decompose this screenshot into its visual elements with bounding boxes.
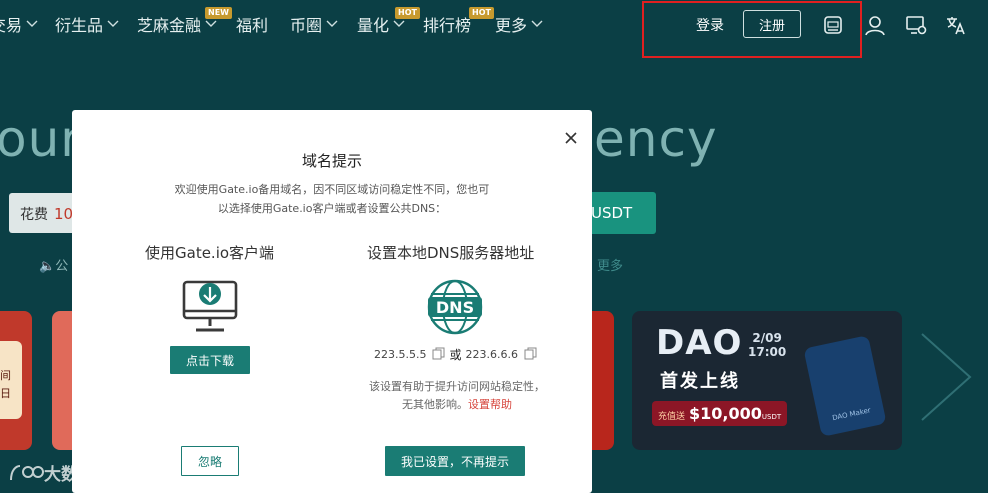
nav-item-ranking[interactable]: 排行榜 HOT — [423, 7, 494, 36]
dns-note-line: 无其他影响。 — [402, 398, 468, 411]
nav-item-label: 排行榜 — [423, 16, 472, 35]
nav-item-label: 福利 — [236, 16, 269, 35]
dns-primary-address: 223.5.5.5 — [374, 348, 427, 361]
dao-date-text: 2/09 — [752, 331, 782, 345]
hero-headline-right: ency — [594, 110, 718, 168]
usdt-label: USDT — [591, 204, 633, 222]
promo-card-line: 日 — [0, 387, 11, 400]
chevron-down-icon — [107, 20, 119, 28]
nav-item-crypto-circle[interactable]: 币圈 — [290, 12, 338, 36]
chevron-down-icon — [326, 20, 338, 28]
monitor-download-icon — [182, 280, 238, 338]
app-download-icon[interactable] — [822, 14, 844, 36]
modal-description-line: 欢迎使用Gate.io备用域名，因不同区域访问稳定性不同，您也可 — [174, 183, 490, 196]
modal-title: 域名提示 — [301, 152, 362, 170]
promo-banner-festive[interactable] — [592, 311, 614, 450]
ignore-button[interactable]: 忽略 — [181, 446, 239, 476]
or-text: 或 — [449, 348, 462, 362]
copy-icon[interactable] — [524, 347, 537, 363]
login-link[interactable]: 登录 — [696, 15, 724, 35]
user-icon[interactable] — [864, 14, 886, 36]
dns-note: 该设置有助于提升访问网站稳定性， 无其他影响。设置帮助 — [342, 378, 572, 414]
modal-description: 欢迎使用Gate.io备用域名，因不同区域访问稳定性不同，您也可 以选择使用Ga… — [157, 180, 507, 218]
close-icon[interactable] — [564, 130, 578, 144]
register-button[interactable]: 注册 — [743, 10, 801, 38]
more-announcements-link[interactable]: 更多 — [597, 255, 623, 274]
promo-banner-red[interactable]: 间 日 — [0, 311, 32, 450]
dao-banner-date: 2/09 17:00 — [748, 331, 786, 359]
nav-item-trade[interactable]: 交易 — [0, 12, 38, 36]
copy-icon[interactable] — [432, 347, 445, 363]
dao-banner-title: DAO — [656, 323, 743, 363]
nav-item-finance[interactable]: 芝麻金融 NEW — [137, 7, 232, 36]
already-set-button[interactable]: 我已设置，不再提示 — [385, 446, 525, 476]
dao-prize-badge: 充值送 $10,000USDT — [652, 401, 788, 426]
promo-card: 间 日 — [0, 341, 22, 419]
dao-banner-subtitle: 首发上线 — [660, 371, 740, 392]
nav-item-label: 量化 — [357, 16, 390, 35]
price-value: 10 — [54, 205, 74, 223]
speaker-icon: 🔈 — [39, 259, 56, 274]
dns-note-line: 该设置有助于提升访问网站稳定性， — [369, 380, 545, 393]
watermark-icon — [10, 464, 44, 480]
modal-description-line: 以选择使用Gate.io客户端或者设置公共DNS： — [217, 202, 447, 215]
dao-prize-unit: USDT — [761, 413, 782, 421]
dns-secondary-address: 223.6.6.6 — [465, 348, 518, 361]
nav-item-derivatives[interactable]: 衍生品 — [55, 12, 119, 36]
dns-icon-label: DNS — [436, 298, 474, 317]
new-badge: NEW — [205, 7, 232, 19]
nav-item-label: 更多 — [495, 16, 528, 35]
nav-item-label: 衍生品 — [55, 16, 104, 35]
nav-item-label: 交易 — [0, 16, 23, 35]
nav-item-label: 币圈 — [290, 16, 323, 35]
dns-globe-icon: DNS — [427, 278, 483, 340]
nav-item-label: 芝麻金融 — [137, 16, 202, 35]
promo-card-line: 间 — [0, 369, 11, 382]
download-client-button[interactable]: 点击下载 — [170, 346, 250, 374]
settings-icon[interactable] — [905, 14, 927, 36]
client-section-title: 使用Gate.io客户端 — [145, 244, 275, 262]
dao-prize-prefix: 充值送 — [658, 412, 686, 422]
nav-item-more[interactable]: 更多 — [495, 12, 543, 36]
dao-maker-card-image: DAO Maker — [803, 335, 887, 437]
chevron-down-icon — [531, 20, 543, 28]
domain-notice-modal: 域名提示 欢迎使用Gate.io备用域名，因不同区域访问稳定性不同，您也可 以选… — [72, 110, 592, 493]
nav-item-quant[interactable]: 量化 HOT — [357, 7, 420, 36]
chevron-down-icon — [205, 20, 217, 28]
hot-badge: HOT — [395, 7, 420, 19]
language-icon[interactable] — [945, 14, 967, 36]
price-label: 花费 — [20, 207, 48, 223]
dns-address-row: 223.5.5.5 或 223.6.6.6 — [374, 346, 541, 363]
dao-prize-amount: $10,000 — [689, 404, 762, 423]
setup-help-link[interactable]: 设置帮助 — [468, 398, 512, 411]
announcement-bar[interactable]: 🔈公 — [39, 255, 68, 274]
dao-promo-banner[interactable]: DAO 2/09 17:00 首发上线 充值送 $10,000USDT DAO M… — [632, 311, 902, 450]
top-nav: 交易 衍生品 芝麻金融 NEW 福利 币圈 量化 HOT 排行榜 HOT 更多 … — [0, 0, 988, 58]
hot-badge: HOT — [469, 7, 494, 19]
dao-time-text: 17:00 — [748, 345, 787, 359]
chevron-down-icon — [393, 20, 405, 28]
hero-headline-left: our — [0, 110, 82, 168]
carousel-next-icon[interactable] — [918, 332, 974, 426]
nav-item-welfare[interactable]: 福利 — [236, 12, 268, 36]
chevron-down-icon — [26, 20, 38, 28]
announcement-text: 公 — [55, 259, 69, 274]
dns-section-title: 设置本地DNS服务器地址 — [367, 244, 535, 262]
dao-card-label: DAO Maker — [831, 406, 872, 423]
buy-usdt-button[interactable]: USDT — [583, 192, 656, 234]
